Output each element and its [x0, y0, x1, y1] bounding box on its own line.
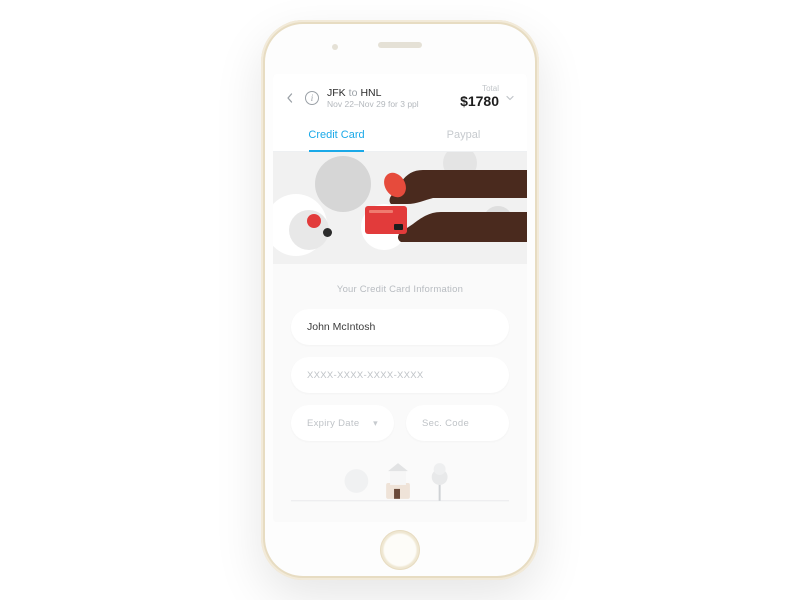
header-bar: i JFK to HNL Nov 22–Nov 29 for 3 ppl Tot… — [273, 74, 527, 119]
cardholder-name-input[interactable]: John McIntosh — [291, 309, 509, 345]
info-icon[interactable]: i — [305, 91, 319, 105]
back-button[interactable] — [283, 91, 297, 105]
phone-frame: i JFK to HNL Nov 22–Nov 29 for 3 ppl Tot… — [261, 20, 539, 580]
card-number-input[interactable]: XXXX-XXXX-XXXX-XXXX — [291, 357, 509, 393]
total-price-block[interactable]: Total $1780 — [460, 84, 515, 111]
home-button[interactable] — [380, 530, 420, 570]
tab-paypal[interactable]: Paypal — [400, 119, 527, 151]
total-label: Total — [460, 84, 499, 93]
expiry-date-select[interactable]: Expiry Date ▾ — [291, 405, 394, 441]
footer-illustration — [291, 457, 509, 503]
phone-speaker — [378, 42, 422, 48]
trip-dates: Nov 22–Nov 29 for 3 ppl — [327, 99, 419, 109]
total-amount: $1780 — [460, 93, 499, 109]
security-code-label: Sec. Code — [422, 418, 469, 429]
hand-card-icon — [273, 152, 527, 264]
route-from: JFK — [327, 87, 346, 99]
trip-summary: JFK to HNL Nov 22–Nov 29 for 3 ppl — [327, 87, 419, 109]
security-code-input[interactable]: Sec. Code — [406, 405, 509, 441]
route-to-word: to — [349, 87, 358, 99]
cardholder-name-value: John McIntosh — [307, 321, 375, 333]
chevron-down-icon — [505, 93, 515, 103]
caret-down-icon: ▾ — [373, 418, 378, 429]
tab-credit-card[interactable]: Credit Card — [273, 119, 400, 151]
expiry-date-label: Expiry Date — [307, 418, 359, 429]
credit-card-form: Your Credit Card Information John McInto… — [273, 264, 527, 522]
chevron-left-icon — [285, 93, 295, 103]
payment-tabs: Credit Card Paypal — [273, 119, 527, 152]
hero-illustration — [273, 152, 527, 264]
form-section-title: Your Credit Card Information — [291, 284, 509, 295]
route-to: HNL — [360, 87, 381, 99]
app-screen: i JFK to HNL Nov 22–Nov 29 for 3 ppl Tot… — [273, 74, 527, 522]
card-number-placeholder: XXXX-XXXX-XXXX-XXXX — [307, 370, 424, 381]
phone-camera — [332, 44, 338, 50]
